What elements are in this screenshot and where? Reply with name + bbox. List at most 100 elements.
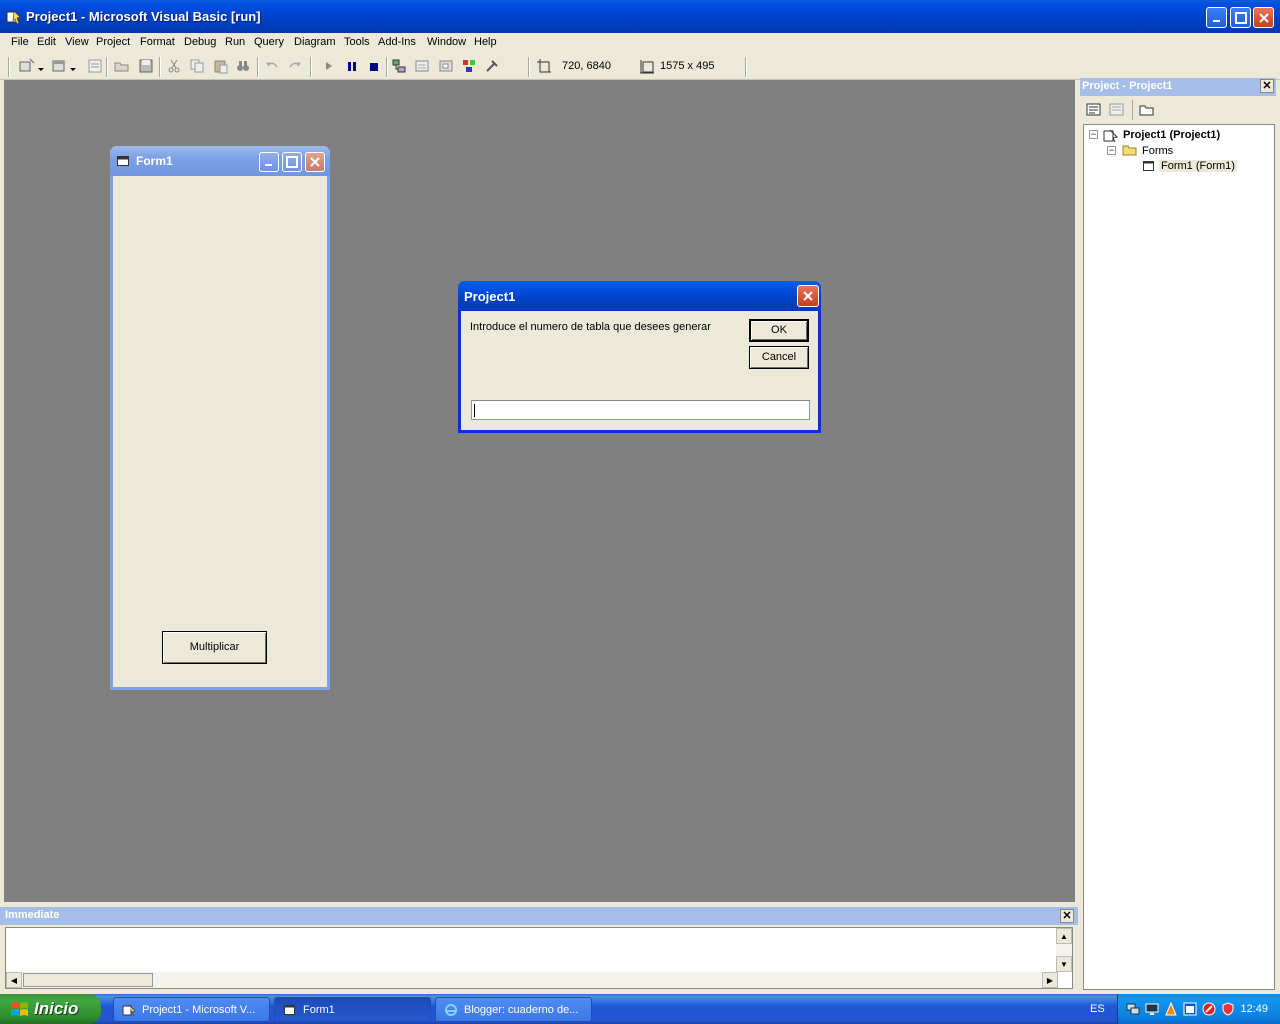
form1-window[interactable]: Form1 Multiplicar (110, 146, 330, 690)
menu-tools[interactable]: Tools (344, 36, 370, 48)
minimize-icon (1213, 20, 1220, 22)
project-explorer-icon[interactable] (390, 57, 408, 75)
start-label: Inicio (34, 999, 79, 1018)
menu-run[interactable]: Run (225, 36, 245, 48)
find-icon[interactable] (234, 57, 252, 75)
main-titlebar[interactable]: Project1 - Microsoft Visual Basic [run] (0, 0, 1280, 33)
menu-format[interactable]: Format (140, 36, 175, 48)
minimize-button[interactable] (1206, 7, 1227, 28)
menu-add-ins[interactable]: Add-Ins (378, 36, 416, 48)
antivirus-icon[interactable] (1202, 1002, 1216, 1016)
add-form-icon[interactable] (50, 57, 68, 75)
menu-query[interactable]: Query (254, 36, 284, 48)
immediate-titlebar[interactable]: Immediate ✕ (0, 907, 1078, 925)
toggle-folders-icon[interactable] (1139, 102, 1155, 118)
scroll-right-arrow-icon[interactable]: ▶ (1042, 972, 1058, 988)
project-explorer: Project - Project1 ✕ − Project1 (Project… (1080, 78, 1276, 990)
form1-minimize-button[interactable] (259, 152, 279, 172)
immediate-text-area[interactable]: ▲ ▼ ◀ ▶ (5, 927, 1073, 989)
tree-forms-folder[interactable]: Forms (1142, 145, 1173, 157)
menu-view[interactable]: View (65, 36, 89, 48)
horizontal-scroll-thumb[interactable] (23, 973, 153, 987)
immediate-title: Immediate (5, 909, 60, 921)
tree-project-node[interactable]: Project1 (Project1) (1123, 129, 1220, 141)
immediate-close-button[interactable]: ✕ (1060, 909, 1074, 923)
toolbox-icon[interactable] (483, 57, 501, 75)
internet-explorer-icon (445, 1004, 457, 1016)
scroll-left-arrow-icon[interactable]: ◀ (6, 972, 22, 988)
minimize-icon (265, 164, 272, 166)
cut-icon[interactable] (165, 57, 183, 75)
redo-icon[interactable] (286, 57, 304, 75)
form1-close-button[interactable] (305, 152, 325, 172)
ok-button[interactable]: OK (749, 319, 809, 342)
view-object-icon[interactable] (1109, 102, 1125, 118)
form1-maximize-button[interactable] (282, 152, 302, 172)
taskbar-item-blogger[interactable]: Blogger: cuaderno de... (435, 997, 592, 1022)
add-project-icon[interactable] (18, 57, 36, 75)
dialog-titlebar[interactable]: Project1 (458, 281, 821, 311)
close-icon (310, 157, 320, 167)
start-button[interactable]: Inicio (0, 994, 101, 1024)
start-icon[interactable] (320, 57, 338, 75)
menu-editor-icon[interactable] (86, 57, 104, 75)
dialog-input-field[interactable] (471, 400, 810, 420)
taskbar-item-label: Form1 (303, 1004, 335, 1016)
break-icon[interactable] (343, 57, 361, 75)
menu-bar: File Edit View Project Format Debug Run … (0, 33, 1280, 53)
window-icon[interactable] (1183, 1002, 1197, 1016)
maximize-icon (286, 156, 298, 168)
save-project-icon[interactable] (137, 57, 155, 75)
taskbar-item-form1[interactable]: Form1 (274, 997, 431, 1022)
cancel-button[interactable]: Cancel (749, 346, 809, 369)
taskbar: Inicio Project1 - Microsoft V... Form1 B… (0, 994, 1280, 1024)
form1-titlebar[interactable]: Form1 (110, 146, 330, 176)
collapse-project-toggle[interactable]: − (1089, 130, 1098, 139)
taskbar-item-vb[interactable]: Project1 - Microsoft V... (113, 997, 270, 1022)
monitor-icon[interactable] (1145, 1002, 1159, 1016)
copy-icon[interactable] (188, 57, 206, 75)
vb-app-icon (122, 1004, 136, 1017)
project-explorer-close-button[interactable]: ✕ (1260, 79, 1274, 93)
project-explorer-titlebar[interactable]: Project - Project1 ✕ (1080, 78, 1276, 96)
end-icon[interactable] (365, 57, 383, 75)
dropdown-arrow-icon[interactable] (68, 57, 78, 75)
system-tray: 12:49 (1117, 994, 1280, 1024)
form-icon (117, 156, 129, 166)
immediate-vertical-scrollbar[interactable]: ▲ ▼ (1056, 928, 1072, 972)
paste-icon[interactable] (212, 57, 230, 75)
clock[interactable]: 12:49 (1240, 1003, 1268, 1015)
vlc-icon[interactable] (1164, 1002, 1178, 1016)
menu-window[interactable]: Window (427, 36, 466, 48)
properties-window-icon[interactable] (413, 57, 431, 75)
menu-help[interactable]: Help (474, 36, 497, 48)
open-project-icon[interactable] (113, 57, 131, 75)
form1-title: Form1 (136, 154, 173, 168)
multiplicar-button[interactable]: Multiplicar (162, 631, 267, 664)
menu-edit[interactable]: Edit (37, 36, 56, 48)
menu-project[interactable]: Project (96, 36, 130, 48)
language-indicator[interactable]: ES (1090, 1003, 1105, 1015)
maximize-button[interactable] (1230, 7, 1251, 28)
project-tree: − Project1 (Project1) − Forms Form1 (For… (1083, 124, 1275, 990)
scroll-up-arrow-icon[interactable]: ▲ (1056, 928, 1072, 944)
view-code-icon[interactable] (1086, 102, 1102, 118)
window-title: Project1 - Microsoft Visual Basic [run] (26, 9, 261, 24)
form-layout-icon[interactable] (437, 57, 455, 75)
collapse-forms-toggle[interactable]: − (1107, 146, 1116, 155)
menu-debug[interactable]: Debug (184, 36, 216, 48)
object-browser-icon[interactable] (460, 57, 478, 75)
tree-form1-item[interactable]: Form1 (Form1) (1159, 160, 1237, 172)
inputbox-dialog[interactable]: Project1 Introduce el numero de tabla qu… (458, 281, 821, 433)
security-shield-icon[interactable] (1221, 1002, 1235, 1016)
undo-icon[interactable] (263, 57, 281, 75)
network-icon[interactable] (1126, 1002, 1140, 1016)
immediate-horizontal-scrollbar[interactable]: ◀ ▶ (6, 972, 1058, 988)
dialog-close-button[interactable] (797, 285, 819, 307)
close-button[interactable] (1253, 7, 1274, 28)
menu-diagram[interactable]: Diagram (294, 36, 336, 48)
menu-file[interactable]: File (11, 36, 29, 48)
scroll-down-arrow-icon[interactable]: ▼ (1056, 956, 1072, 972)
dropdown-arrow-icon[interactable] (36, 57, 46, 75)
close-icon (1259, 13, 1269, 23)
